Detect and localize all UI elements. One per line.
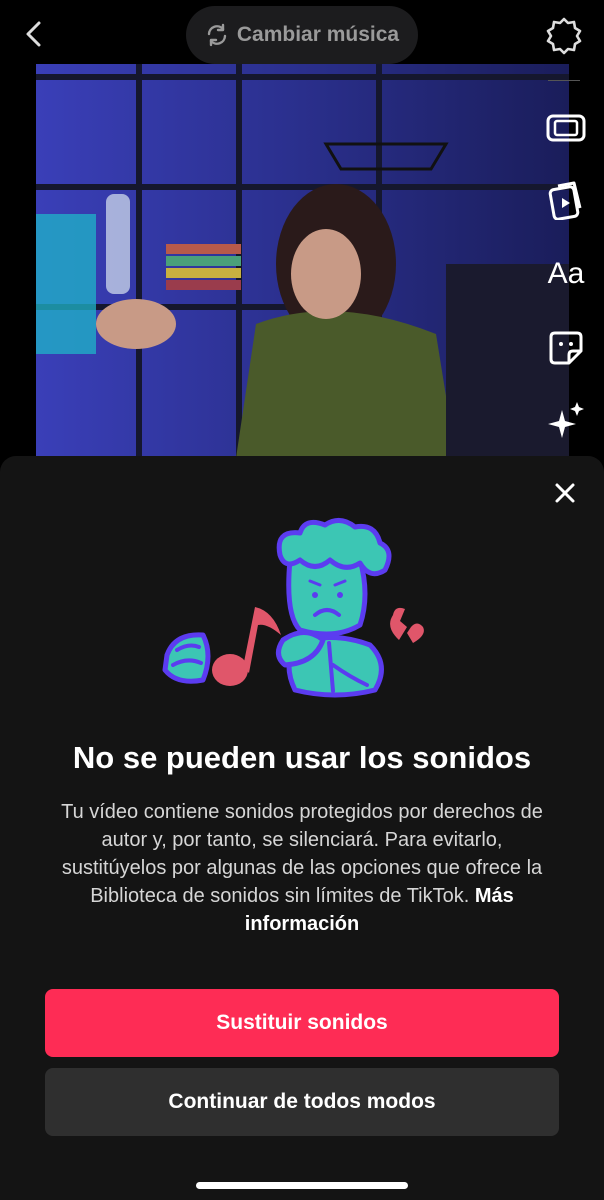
- text-tool[interactable]: Aa: [544, 252, 588, 296]
- head-illustration: [276, 518, 392, 637]
- broken-heart-illustration: [390, 607, 424, 643]
- clip-icon: [548, 181, 582, 220]
- effects-tool[interactable]: [544, 398, 588, 442]
- film-tool[interactable]: [544, 106, 588, 150]
- replace-sounds-button[interactable]: Sustituir sonidos: [45, 989, 559, 1057]
- back-icon[interactable]: [18, 18, 50, 50]
- refresh-icon: [207, 23, 227, 47]
- change-music-label: Cambiar música: [236, 23, 400, 46]
- video-preview[interactable]: [36, 64, 569, 458]
- change-music-button[interactable]: Cambiar música: [186, 6, 418, 64]
- effects-sparkle-icon: [548, 402, 584, 438]
- film-icon: [546, 114, 586, 142]
- music-note-illustration: [212, 607, 281, 686]
- sheet-title: No se pueden usar los sonidos: [72, 740, 532, 775]
- text-icon: Aa: [547, 257, 585, 290]
- video-frame: [36, 64, 569, 458]
- toolbar-divider: [548, 80, 580, 81]
- sticker-tool[interactable]: [544, 326, 588, 370]
- continue-anyway-button[interactable]: Continuar de todos modos: [45, 1068, 559, 1136]
- clip-tool[interactable]: [544, 178, 588, 222]
- sad-character-illustration: [162, 518, 424, 698]
- sheet-description: Tu vídeo contiene sonidos protegidos por…: [50, 798, 554, 938]
- sticker-icon: [549, 331, 583, 365]
- description-text: Tu vídeo contiene sonidos protegidos por…: [61, 801, 543, 907]
- wing-left-illustration: [162, 632, 211, 684]
- home-indicator: [196, 1182, 408, 1189]
- gear-icon[interactable]: [544, 16, 584, 56]
- close-icon[interactable]: [550, 478, 580, 508]
